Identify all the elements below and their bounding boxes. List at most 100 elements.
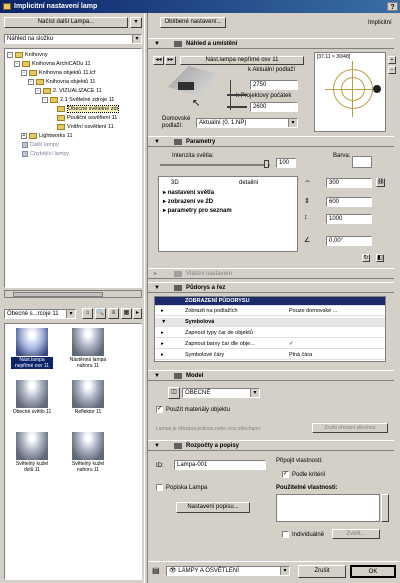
tree-horizontal-scrollbar[interactable] bbox=[4, 290, 142, 298]
tree-item[interactable]: Pouliční osvětlení 11 bbox=[49, 114, 117, 122]
collapse-icon[interactable]: ▼ bbox=[154, 441, 160, 451]
object-thumbnail[interactable]: Obecné světlo 11 bbox=[11, 380, 53, 415]
previous-icon[interactable]: ◂◂ bbox=[153, 56, 164, 65]
group-collapse-icon[interactable]: ▼ bbox=[161, 318, 166, 327]
section-parameters-header[interactable]: ▼ Parametry bbox=[148, 136, 394, 147]
slider-thumb[interactable] bbox=[264, 160, 269, 168]
collapse-icon[interactable]: - bbox=[14, 60, 20, 67]
cancel-button[interactable]: Zrušit bbox=[298, 565, 346, 578]
grid-row[interactable]: ▸ Symbolové čáry Plná čára bbox=[155, 351, 385, 360]
help-button[interactable]: ? bbox=[387, 2, 398, 11]
use-materials-checkbox[interactable]: ✓ bbox=[156, 406, 163, 413]
properties-scrollbar[interactable] bbox=[381, 494, 389, 522]
tree-item[interactable]: Obecné světelné zdr bbox=[49, 105, 120, 113]
pane-splitter[interactable] bbox=[144, 13, 148, 583]
caption-checkbox[interactable] bbox=[156, 484, 163, 491]
param-group-item[interactable]: ▸ parametry pro seznam bbox=[163, 207, 232, 215]
grid-row[interactable]: ▸ Zobrazit na podlažích Pouze domovské ... bbox=[155, 307, 385, 316]
tree-item[interactable]: - Knihovna objektů 11 bbox=[28, 78, 95, 86]
collapse-icon[interactable]: - bbox=[21, 69, 27, 76]
folder-up-icon[interactable]: ⌂ bbox=[82, 308, 93, 319]
origin-input[interactable]: 2600 bbox=[250, 102, 298, 112]
roof-trim-button[interactable]: Zrušit ořezání střechou bbox=[312, 423, 388, 433]
zoom-out-icon[interactable]: − bbox=[388, 66, 396, 74]
collapse-icon[interactable]: - bbox=[35, 87, 41, 94]
next-icon[interactable]: ▸▸ bbox=[165, 56, 176, 65]
collapse-icon[interactable]: ▼ bbox=[154, 283, 160, 293]
tree-item[interactable]: Vnitřní osvětlení 11 bbox=[49, 123, 114, 131]
load-library-button[interactable]: Načíst další Lampa... bbox=[4, 17, 128, 28]
rel-floor-input[interactable]: 2750 bbox=[250, 80, 298, 90]
param-group-item[interactable]: ▸ zobrazení ve 2D bbox=[163, 198, 213, 206]
pane-menu-button[interactable]: ▾ bbox=[130, 17, 142, 28]
section-preview-header[interactable]: ▼ Náhled a umístění bbox=[148, 38, 394, 49]
collapse-icon[interactable]: ▼ bbox=[154, 371, 160, 381]
list-view-icon[interactable]: ≡ bbox=[108, 308, 119, 319]
object-thumbnail[interactable]: Světelný kužel dolů 11 bbox=[11, 432, 53, 473]
section-plan-header[interactable]: ▼ Půdorys a řez bbox=[148, 282, 394, 293]
rotate-icon[interactable]: ↻ bbox=[362, 254, 370, 262]
width-input[interactable]: 300 bbox=[326, 178, 372, 188]
tree-item[interactable]: - 2.1 Světelné zdroje 11 bbox=[42, 96, 114, 104]
properties-list[interactable] bbox=[276, 494, 380, 522]
define-button[interactable]: Zvolit... bbox=[332, 529, 380, 539]
grid-group-row[interactable]: ▼ Symbolová bbox=[155, 318, 385, 327]
id-input[interactable]: Lampa-001 bbox=[174, 460, 266, 470]
tree-item[interactable]: - 2. VIZUALIZACE 11 bbox=[35, 87, 102, 95]
section-custom-settings-header[interactable]: ▸ Vlastní nastavení bbox=[148, 268, 394, 279]
grid-row-value[interactable]: ✓ bbox=[289, 340, 294, 349]
grid-row[interactable]: ▸ Zapnout barvy čar dle obje... ✓ bbox=[155, 340, 385, 349]
layer-select[interactable]: 👁 LAMPY A OSVĚTLENÍ bbox=[166, 566, 290, 576]
tree-item[interactable]: + Lightworks 11 bbox=[21, 132, 73, 140]
intensity-slider[interactable] bbox=[160, 160, 270, 168]
parameter-list[interactable]: 3D detailní ▸ nastavení světla ▸ zobraze… bbox=[158, 176, 298, 252]
chain-icon[interactable]: ⛓ bbox=[376, 178, 385, 187]
collapse-icon[interactable]: ▼ bbox=[154, 39, 160, 49]
angle-input[interactable]: 0,00° bbox=[326, 236, 372, 246]
home-floor-select[interactable]: Aktuální (0. 1.NP) bbox=[196, 118, 298, 128]
library-tree[interactable]: - Knihovny - Knihovna ArchiCADu 11- Knihovna… bbox=[4, 48, 142, 288]
object-thumbnail[interactable]: Nást.lampa nepřímé osv 11 bbox=[11, 328, 53, 369]
object-thumbnail[interactable]: Nástěnná lampa nahoru 11 bbox=[67, 328, 109, 369]
icon-view-icon[interactable]: ▦ bbox=[121, 308, 132, 319]
collapse-icon[interactable]: - bbox=[7, 51, 13, 58]
collapse-icon[interactable]: - bbox=[42, 96, 48, 103]
section-model-header[interactable]: ▼ Model bbox=[148, 370, 394, 381]
param-group-item[interactable]: ▸ nastavení světla bbox=[163, 189, 214, 197]
expand-icon[interactable]: ▸ bbox=[154, 269, 157, 279]
grid-row-value[interactable]: Plná čára bbox=[289, 351, 312, 360]
depth-input[interactable]: 600 bbox=[326, 197, 372, 207]
object-thumbnails[interactable]: Nást.lampa nepřímé osv 11 Nástěnná lampa … bbox=[4, 323, 142, 580]
collapse-icon[interactable]: ▼ bbox=[154, 137, 160, 147]
by-criteria-checkbox[interactable]: ✓ bbox=[282, 471, 289, 478]
section-listing-header[interactable]: ▼ Rozpočty a popisy bbox=[148, 440, 394, 451]
tree-item[interactable]: - Knihovna ArchiCADu 11 bbox=[14, 60, 91, 68]
search-icon[interactable]: 🔍 bbox=[95, 308, 106, 319]
mirror-icon[interactable]: ◧ bbox=[376, 254, 384, 262]
tree-item[interactable]: Další lampy bbox=[14, 141, 59, 149]
view-options-icon[interactable]: ▸ bbox=[133, 308, 142, 319]
tree-item[interactable]: Chybějící lampy bbox=[14, 150, 69, 158]
favorites-button[interactable]: Oblíbené nastavení... bbox=[160, 17, 226, 28]
scroll-thumb[interactable] bbox=[13, 292, 103, 297]
ok-button[interactable]: OK bbox=[350, 565, 396, 578]
color-swatch[interactable] bbox=[352, 156, 372, 168]
caption-settings-button[interactable]: Nastavení popisu... bbox=[176, 502, 250, 513]
tree-item[interactable]: - Knihovny bbox=[7, 51, 48, 59]
object-thumbnail[interactable]: Reflektor 11 bbox=[67, 380, 109, 415]
surface-select[interactable]: OBECNÉ bbox=[182, 388, 260, 398]
collapse-icon[interactable]: - bbox=[28, 78, 34, 85]
intensity-input[interactable]: 100 bbox=[276, 158, 296, 168]
tree-item[interactable]: - Knihovna objektů 11.lcf bbox=[21, 69, 95, 77]
view-mode-select[interactable]: Náhled na složku bbox=[4, 34, 142, 44]
grid-row[interactable]: ▸ Zapnout typy čar de objektů bbox=[155, 329, 385, 338]
individual-checkbox[interactable] bbox=[282, 531, 289, 538]
height-input[interactable]: 1000 bbox=[326, 214, 372, 224]
object-thumbnail[interactable]: Světelný kužel nahoru 11 bbox=[67, 432, 109, 473]
grid-row-value[interactable]: Pouze domovské ... bbox=[289, 307, 337, 316]
material-icon[interactable]: ◫ bbox=[168, 387, 180, 399]
nav-arrows[interactable]: ◂◂ ▸▸ bbox=[153, 56, 177, 65]
expand-icon[interactable]: + bbox=[21, 132, 27, 139]
plan-display-grid[interactable]: ZOBRAZENÍ PŮDORYSU ▸ Zobrazit na podlažíc… bbox=[154, 296, 386, 362]
zoom-in-icon[interactable]: + bbox=[388, 56, 396, 64]
